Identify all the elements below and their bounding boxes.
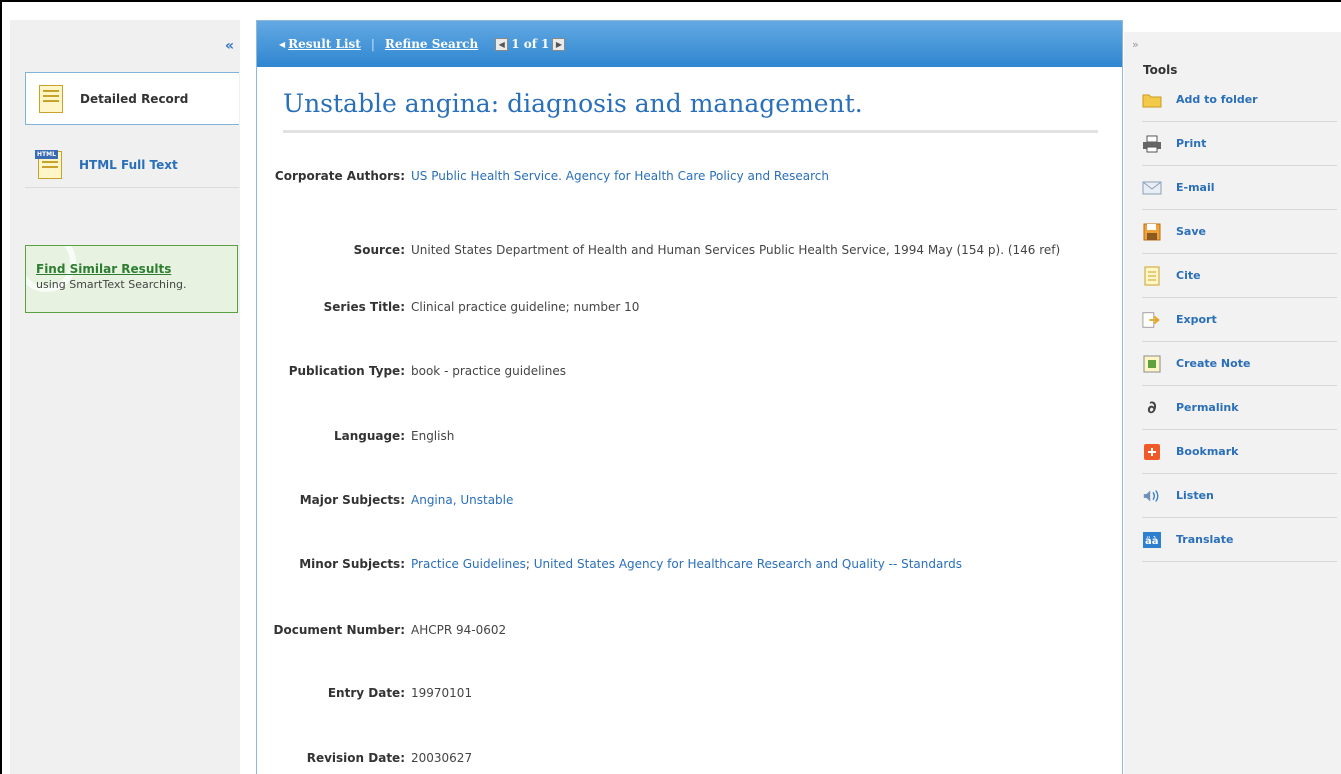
next-record-icon[interactable]: ▶: [552, 37, 566, 51]
tool-label: Create Note: [1176, 357, 1251, 370]
tool-label: Print: [1176, 137, 1207, 150]
email-icon: [1142, 178, 1162, 198]
nav-html-full-text[interactable]: HTML HTML Full Text: [25, 142, 239, 188]
language-label: Language:: [333, 429, 405, 443]
tool-label: E-mail: [1176, 181, 1215, 194]
major-subjects-label: Major Subjects:: [299, 493, 405, 507]
refine-search-link[interactable]: Refine Search: [385, 37, 478, 51]
revision-date-value: 20030627: [411, 751, 473, 765]
save-icon: [1142, 222, 1162, 242]
tool-label: Permalink: [1176, 401, 1239, 414]
record-panel: ◀ Result List | Refine Search ◀ 1 of 1 ▶…: [256, 20, 1123, 774]
document-number-label: Document Number:: [273, 623, 406, 637]
minor-subjects-value: Practice Guidelines; United States Agenc…: [411, 555, 1101, 573]
series-title-value: Clinical practice guideline; number 10: [411, 300, 640, 314]
svg-text:äà: äà: [1145, 535, 1159, 547]
html-document-icon: HTML: [35, 149, 65, 180]
previous-record-icon[interactable]: ◀: [495, 37, 509, 51]
export-icon: [1142, 310, 1162, 330]
entry-date-label: Entry Date:: [327, 686, 405, 700]
printer-icon: [1142, 134, 1162, 154]
minor-subject-separator: ;: [525, 557, 534, 571]
major-subjects-value[interactable]: Angina, Unstable: [411, 491, 1101, 509]
tool-label: Export: [1176, 313, 1217, 326]
document-number-value: AHCPR 94-0602: [411, 623, 507, 637]
publication-type-label: Publication Type:: [288, 364, 405, 378]
tool-create-note[interactable]: Create Note: [1142, 342, 1337, 386]
collapse-left-icon[interactable]: «: [225, 38, 234, 54]
tool-print[interactable]: Print: [1142, 122, 1337, 166]
window-left-border: [0, 0, 2, 774]
link-icon: ∂: [1147, 397, 1157, 418]
toolbar-separator: |: [370, 37, 375, 51]
window-top-border: [0, 0, 1341, 2]
minor-subject-link[interactable]: United States Agency for Healthcare Rese…: [534, 557, 962, 571]
minor-subject-link[interactable]: Practice Guidelines: [411, 557, 526, 571]
publication-type-value: book - practice guidelines: [411, 364, 567, 378]
source-label: Source:: [353, 243, 405, 257]
tool-bookmark[interactable]: Bookmark: [1142, 430, 1337, 474]
record-toolbar: ◀ Result List | Refine Search ◀ 1 of 1 ▶: [257, 21, 1122, 67]
corporate-authors-label: Corporate Authors:: [274, 169, 405, 183]
tool-email[interactable]: E-mail: [1142, 166, 1337, 210]
tool-label: Listen: [1176, 489, 1214, 502]
minor-subjects-label: Minor Subjects:: [299, 557, 405, 571]
nav-detailed-record-label: Detailed Record: [80, 91, 189, 106]
note-icon: [1142, 354, 1162, 374]
tool-label: Translate: [1176, 533, 1234, 546]
tool-permalink[interactable]: ∂ Permalink: [1142, 386, 1337, 430]
back-arrow-icon: ◀: [279, 39, 286, 49]
find-similar-subtitle: using SmartText Searching.: [36, 278, 187, 291]
language-value: English: [411, 429, 455, 443]
translate-icon: äà: [1142, 530, 1162, 550]
cite-icon: [1142, 266, 1162, 286]
tool-label: Add to folder: [1176, 93, 1258, 106]
tools-sidebar: » Tools Add to folder Print E-mail Save …: [1124, 32, 1341, 774]
tool-export[interactable]: Export: [1142, 298, 1337, 342]
left-sidebar: « Detailed Record HTML HTML Full Text Fi…: [10, 20, 240, 774]
tool-listen[interactable]: Listen: [1142, 474, 1337, 518]
source-value: United States Department of Health and H…: [411, 243, 1061, 257]
expand-right-icon[interactable]: »: [1132, 38, 1139, 51]
corporate-authors-value[interactable]: US Public Health Service. Agency for Hea…: [411, 167, 1101, 185]
revision-date-label: Revision Date:: [306, 751, 405, 765]
title-divider: [283, 130, 1098, 133]
tool-label: Bookmark: [1176, 445, 1239, 458]
find-similar-link[interactable]: Find Similar Results: [36, 262, 227, 276]
bookmark-icon: [1142, 442, 1162, 462]
tool-cite[interactable]: Cite: [1142, 254, 1337, 298]
record-title: Unstable angina: diagnosis and managemen…: [283, 89, 863, 118]
tool-translate[interactable]: äà Translate: [1142, 518, 1337, 562]
document-icon: [36, 84, 66, 114]
series-title-label: Series Title:: [323, 300, 405, 314]
find-similar-box: Find Similar Results using SmartText Sea…: [25, 245, 238, 313]
tools-heading: Tools: [1143, 63, 1178, 77]
tool-label: Save: [1176, 225, 1206, 238]
pager-text: 1 of 1: [511, 37, 550, 51]
tool-add-to-folder[interactable]: Add to folder: [1142, 78, 1337, 122]
result-list-link[interactable]: Result List: [288, 37, 361, 51]
entry-date-value: 19970101: [411, 686, 473, 700]
speaker-icon: [1142, 486, 1162, 506]
folder-icon: [1142, 90, 1162, 110]
nav-detailed-record[interactable]: Detailed Record: [25, 72, 239, 125]
tool-label: Cite: [1176, 269, 1201, 282]
tool-save[interactable]: Save: [1142, 210, 1337, 254]
nav-html-full-text-label: HTML Full Text: [79, 157, 178, 172]
